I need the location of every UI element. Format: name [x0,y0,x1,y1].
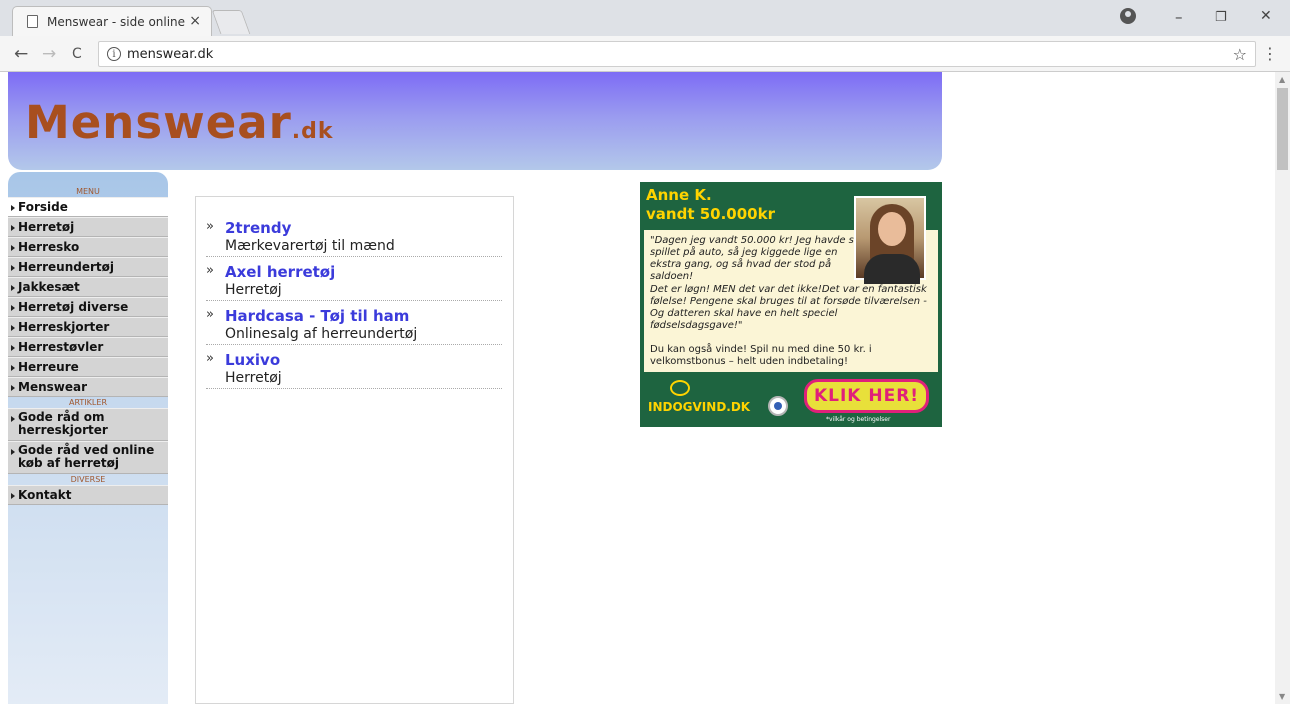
logo-main: Menswear [25,96,292,149]
account-icon[interactable] [1120,8,1136,24]
ad-quote-long: Det er løgn! MEN det var det ikke!Det va… [650,284,927,331]
ad-headline-name: Anne K. [646,186,712,204]
ad-brand-logo: INDOGVIND.DK [648,400,751,414]
link-title[interactable]: Luxivo [225,351,502,369]
bullet-icon: » [206,263,214,278]
ad-quote-short: "Dagen jeg vandt 50.000 kr! Jeg havde sa… [650,235,864,282]
section-heading-menu: MENU [76,187,100,196]
tab-close-icon[interactable]: × [189,13,201,29]
sidebar-item-herresko[interactable]: Herresko [8,237,168,257]
link-description: Herretøj [225,282,282,298]
page-icon [27,15,38,28]
sidebar-item-herretoj-diverse[interactable]: Herretøj diverse [8,297,168,317]
sidebar: MENU Forside Herretøj Herresko Herreunde… [8,172,168,704]
sidebar-item-herreundertoj[interactable]: Herreundertøj [8,257,168,277]
ad-banner[interactable]: Anne K. vandt 50.000kr "Dagen jeg vandt … [640,182,942,427]
forward-icon[interactable]: → [42,44,56,64]
site-header: Menswear.dk [8,72,942,170]
ad-headline-amount: vandt 50.000kr [646,205,775,223]
section-heading-misc: DIVERSE [70,475,106,484]
sidebar-item-article-online-kob[interactable]: Gode råd ved online køb af herretøj [8,441,168,474]
scroll-thumb[interactable] [1277,88,1288,170]
sidebar-item-herreure[interactable]: Herreure [8,357,168,377]
ad-cta-text: Du kan også vinde! Spil nu med dine 50 k… [650,344,872,367]
tab-title: Menswear - side online [47,14,186,29]
ad-terms-link[interactable]: *vilkår og betingelser [826,416,890,423]
bullet-icon: » [206,219,214,234]
link-list-box: » 2trendy Mærkevarertøj til mænd » Axel … [195,196,514,704]
ad-photo [854,196,926,284]
minimize-icon[interactable]: – [1175,8,1183,26]
sidebar-item-kontakt[interactable]: Kontakt [8,485,168,505]
ad-headline: Anne K. vandt 50.000kr [646,186,775,224]
new-tab-button[interactable] [211,10,251,34]
list-item: » Luxivo Herretøj [206,351,502,389]
omnibox[interactable]: i menswear.dk ☆ [98,41,1256,67]
section-heading-articles: ARTIKLER [68,398,107,407]
bullet-icon: » [206,351,214,366]
back-icon[interactable]: ← [14,44,28,64]
reload-icon[interactable]: C [72,46,82,62]
address-bar: ← → C i menswear.dk ☆ ⋮ [0,36,1290,72]
browser-menu-icon[interactable]: ⋮ [1262,44,1278,63]
link-title[interactable]: 2trendy [225,219,502,237]
bookmark-star-icon[interactable]: ☆ [1233,45,1247,64]
browser-tab[interactable]: Menswear - side online × [12,6,212,36]
bike-icon [670,380,690,396]
info-icon[interactable]: i [107,47,121,61]
link-title[interactable]: Axel herretøj [225,263,502,281]
sidebar-item-forside[interactable]: Forside [8,197,168,217]
sidebar-item-menswear[interactable]: Menswear [8,377,168,397]
link-description: Onlinesalg af herreundertøj [225,326,418,342]
restore-icon[interactable]: ❐ [1215,10,1227,25]
ad-button-label: KLIK HER! [813,386,920,406]
browser-tab-bar: Menswear - side online × – ❐ ✕ [0,0,1290,36]
url-text[interactable]: menswear.dk [127,47,213,62]
bullet-icon: » [206,307,214,322]
ad-click-button[interactable]: KLIK HER! [804,379,929,413]
sidebar-item-article-herreskjorter[interactable]: Gode råd om herreskjorter [8,408,168,441]
close-window-icon[interactable]: ✕ [1260,8,1272,24]
coin-icon [768,396,788,416]
page-viewport: Menswear.dk MENU Forside Herretøj Herres… [0,72,1275,704]
list-item: » 2trendy Mærkevarertøj til mænd [206,219,502,257]
sidebar-item-jakkesaet[interactable]: Jakkesæt [8,277,168,297]
scroll-down-icon[interactable]: ▼ [1279,692,1285,701]
vertical-scrollbar[interactable]: ▲ ▼ [1275,72,1290,704]
link-description: Herretøj [225,370,282,386]
sidebar-item-herrestovler[interactable]: Herrestøvler [8,337,168,357]
scroll-up-icon[interactable]: ▲ [1279,75,1285,84]
site-logo[interactable]: Menswear.dk [25,96,334,149]
list-item: » Hardcasa - Tøj til ham Onlinesalg af h… [206,307,502,345]
logo-tld: .dk [291,119,334,144]
link-description: Mærkevarertøj til mænd [225,238,395,254]
sidebar-item-herreskjorter[interactable]: Herreskjorter [8,317,168,337]
list-item: » Axel herretøj Herretøj [206,263,502,301]
link-title[interactable]: Hardcasa - Tøj til ham [225,307,502,325]
sidebar-item-herretoj[interactable]: Herretøj [8,217,168,237]
